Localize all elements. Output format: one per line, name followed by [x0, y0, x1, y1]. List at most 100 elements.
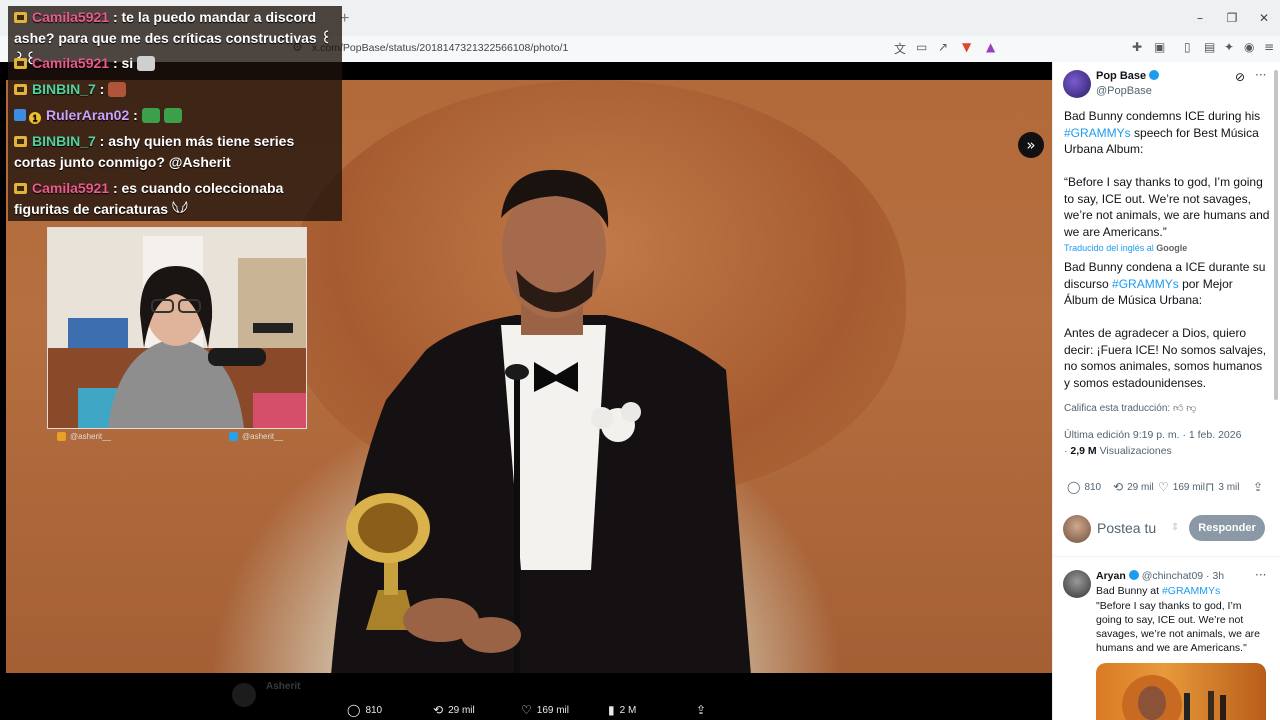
url-field[interactable]: x.com/PopBase/status/2018147321322566108… [312, 42, 568, 54]
views-count: 2,9 M [1070, 445, 1097, 457]
repost-count: 29 mil [1127, 481, 1154, 493]
like-button[interactable]: ♡ 169 mil [1158, 480, 1205, 494]
current-user-avatar [1063, 515, 1091, 543]
thumbs-down-icon[interactable]: 👎︎ [1186, 403, 1196, 414]
translate-icon[interactable]: 文 [894, 40, 906, 57]
translated-from-text: Traducido del inglés al [1064, 243, 1154, 253]
sidebar-icon[interactable]: ▯ [1184, 40, 1191, 54]
rate-translation: Califica esta traducción: 👍︎ 👎︎ [1064, 401, 1270, 418]
author-handle[interactable]: @PopBase [1096, 85, 1152, 97]
author-avatar[interactable] [1063, 70, 1091, 98]
bookmark-count: 3 mil [1218, 481, 1240, 493]
reply-submit-button[interactable]: Responder [1189, 515, 1265, 541]
chat-username: BINBIN_7 [32, 81, 96, 97]
grok-icon[interactable]: ⊘ [1235, 70, 1245, 84]
rate-translation-label: Califica esta traducción: [1064, 403, 1171, 414]
share-icon[interactable]: ↗ [938, 40, 948, 54]
reply-author-name[interactable]: Aryan [1096, 570, 1126, 582]
chat-username: Camila5921 [32, 9, 110, 25]
chat-text: si [121, 55, 134, 71]
reply-image[interactable] [1096, 663, 1266, 720]
reply-header: Aryan @chinchat09 · 3h [1096, 570, 1224, 582]
repost-icon: ⟲ [433, 703, 444, 717]
reply-icon: ◯ [347, 703, 361, 717]
minimize-button[interactable]: – [1184, 0, 1216, 36]
author-name[interactable]: Pop Base [1096, 70, 1160, 82]
reply-text-part: Bad Bunny at [1096, 585, 1160, 597]
hashtag-link[interactable]: #GRAMMYs [1112, 277, 1179, 291]
reply-button[interactable]: ◯ 810 [1067, 480, 1101, 494]
tweet-quote-es: Antes de agradecer a Dios, quiero decir:… [1064, 326, 1267, 390]
viewer-reply-button[interactable]: ◯ 810 [347, 703, 382, 717]
bookmark-button[interactable]: ⊓ 3 mil [1205, 480, 1240, 494]
brave-shield-icon[interactable]: ▼ [962, 40, 971, 54]
hashtag-link[interactable]: #GRAMMYs [1162, 585, 1220, 597]
views-line: · 2,9 M Visualizaciones [1064, 445, 1172, 457]
window-controls: – ❐ ✕ [1184, 0, 1280, 36]
restore-button[interactable]: ❐ [1216, 0, 1248, 36]
like-count: 169 mil [1172, 481, 1206, 493]
close-window-button[interactable]: ✕ [1248, 0, 1280, 36]
frog-emote-icon [163, 108, 182, 123]
viewer-share-button[interactable]: ⇪ [696, 703, 706, 717]
photo-action-bar: Asherit ◯ 810 ⟲ 29 mil ♡ 169 mil ▮ 2 M ⇪ [0, 673, 1052, 720]
leo-ai-icon[interactable]: ✦ [1224, 40, 1234, 54]
vip-badge-icon [14, 12, 27, 23]
stream-chat-overlay: Camila5921 : te la puedo mandar a discor… [8, 6, 342, 221]
subscriber-badge-icon: 1 [29, 112, 41, 124]
reply-count: 810 [1084, 481, 1102, 493]
streamer-webcam [47, 227, 307, 429]
vpn-icon[interactable]: ▣ [1154, 40, 1165, 54]
reply-text: Bad Bunny at #GRAMMYs [1096, 584, 1268, 598]
views-icon: ▮ [608, 703, 615, 717]
edit-timestamp[interactable]: Última edición 9:19 p. m. · 1 feb. 2026 [1064, 427, 1270, 444]
views-label: Visualizaciones [1099, 445, 1172, 457]
reply-author-avatar[interactable] [1063, 570, 1091, 598]
vip-badge-icon [14, 183, 27, 194]
heart-icon: ♡ [1158, 480, 1169, 494]
repost-button[interactable]: ⟲ 29 mil [1113, 480, 1154, 494]
faded-author-name: Asherit [266, 681, 301, 692]
heart-icon: ♡ [521, 703, 532, 717]
scrollbar[interactable] [1274, 70, 1278, 400]
share-button[interactable]: ⇪ [1253, 480, 1263, 494]
more-options-icon[interactable]: ··· [1255, 68, 1266, 82]
google-logo: Google [1156, 243, 1188, 253]
viewer-views-count: 2 M [619, 704, 637, 716]
reply-input[interactable]: Postea tu [1097, 520, 1156, 536]
tweet-text-es: Bad Bunny condena a ICE durante su discu… [1064, 259, 1270, 309]
verified-badge-icon [1149, 70, 1160, 80]
prime-badge-icon [14, 109, 26, 121]
chat-username: BINBIN_7 [32, 133, 96, 149]
tweet-text-part: Bad Bunny condemns ICE during his [1064, 109, 1261, 123]
menu-icon[interactable]: ≡ [1264, 40, 1274, 54]
hashtag-link[interactable]: #GRAMMYs [1064, 126, 1131, 140]
expand-sidebar-button[interactable]: » [1018, 132, 1044, 158]
twitter-handle: @asherit__ [229, 432, 283, 441]
viewer-reply-count: 810 [365, 704, 383, 716]
reply-icon: ◯ [1067, 480, 1081, 494]
thumbs-up-icon[interactable]: 👍︎ [1173, 403, 1183, 414]
reply-more-options-icon[interactable]: ··· [1255, 568, 1266, 582]
viewer-repost-button[interactable]: ⟲ 29 mil [433, 703, 475, 717]
reply-handle-time[interactable]: @chinchat09 · 3h [1142, 570, 1224, 582]
reply-quote: "Before I say thanks to god, I’m going t… [1096, 600, 1260, 654]
wallet-icon[interactable]: ▤ [1204, 40, 1215, 54]
divider [1053, 556, 1280, 557]
reply-image-scene [1122, 675, 1226, 720]
viewer-repost-count: 29 mil [448, 704, 475, 716]
instagram-handle: @asherit__ [57, 432, 111, 441]
frog-emote-icon [141, 108, 160, 123]
translation-credit: Traducido del inglés al Google [1064, 242, 1270, 254]
viewer-views-button[interactable]: ▮ 2 M [608, 703, 636, 717]
webcam-social-handles: @asherit__ @asherit__ [47, 432, 305, 446]
brave-guard-icon[interactable]: ◉ [1244, 40, 1254, 54]
viewer-like-count: 169 mil [536, 704, 570, 716]
chat-username: Camila5921 [32, 55, 110, 71]
chat-message: Camila5921 : si [14, 53, 156, 74]
share-icon: ⇪ [1253, 480, 1264, 494]
viewer-like-button[interactable]: ♡ 169 mil [521, 703, 569, 717]
cast-icon[interactable]: ▭ [916, 40, 927, 54]
extensions-icon[interactable]: ✚ [1132, 40, 1142, 54]
brave-rewards-icon[interactable]: ▲ [986, 40, 995, 54]
